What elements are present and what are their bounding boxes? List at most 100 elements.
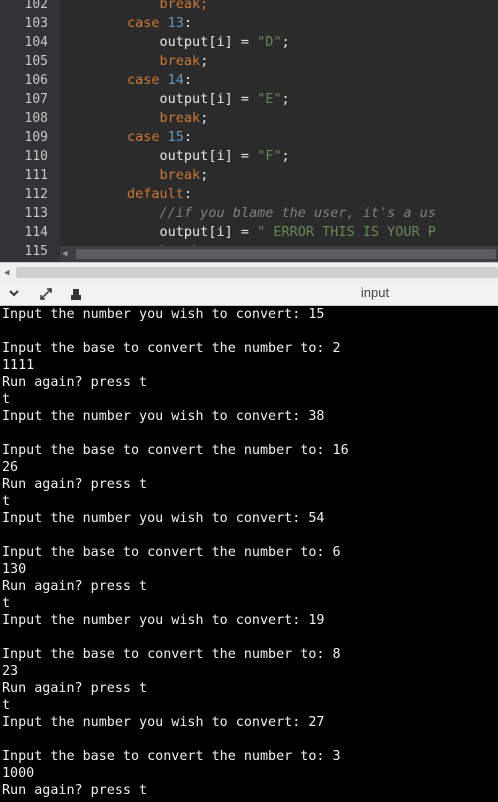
line-number: 103 [24,16,48,31]
line-number: 112 [24,187,48,202]
editor-scroll-thumb[interactable] [76,249,496,259]
console-line: Input the number you wish to convert: 54 [2,511,325,526]
console-line: 1111 [2,358,35,373]
code-text: case 15: [62,128,192,147]
console-panel-header: input [0,283,498,306]
console-line: Input the base to convert the number to:… [2,647,341,662]
code-line: 107 output[i] = "E"; [0,90,498,109]
code-token: 13 [167,15,184,31]
code-text: break; [62,0,209,14]
console-line: Input the base to convert the number to:… [2,749,341,764]
code-line: 109 case 15: [0,128,498,147]
window-scroll-thumb[interactable] [16,267,498,278]
line-number: 102 [24,0,48,12]
console-line: Run again? press t [2,579,148,594]
console-line: Run again? press t [2,375,148,390]
code-line: 112 default: [0,185,498,204]
code-line: 103 case 13: [0,14,498,33]
code-line: 108 break; [0,109,498,128]
console-line: Input the number you wish to convert: 27 [2,715,325,730]
code-token: case [127,15,168,31]
code-text: break; [62,166,209,185]
code-token: ; [200,53,209,69]
console-line: t [2,494,11,509]
console-output[interactable]: Input the number you wish to convert: 15… [0,306,498,802]
code-text: break; [62,109,209,128]
code-token: //if you blame the user, it's a us [159,205,436,221]
line-number: 115 [24,244,48,259]
code-line: 114 output[i] = " ERROR THIS IS YOUR P [0,223,498,242]
code-line: 106 case 14: [0,71,498,90]
code-text: //if you blame the user, it's a us [62,204,436,223]
console-line: Run again? press t [2,477,148,492]
kill-process-icon [71,289,81,300]
console-line: Run again? press t [2,681,148,696]
console-line: Input the base to convert the number to:… [2,443,349,458]
code-token: break [159,110,201,126]
window-horizontal-scrollbar[interactable]: ◀ [0,262,498,283]
code-token: ; [281,34,290,50]
console-line: 130 [2,562,27,577]
line-number: 108 [24,111,48,126]
code-token: output[i] = [159,34,258,50]
code-editor[interactable]: 102 break; 103 case 13: 104 output[i] = "D… [0,0,498,262]
code-token: ; [281,148,290,164]
console-line: Input the number you wish to convert: 15 [2,307,325,322]
code-token: case [127,129,168,145]
scroll-left-arrow-icon[interactable]: ◀ [62,248,72,260]
code-token: output[i] = [159,148,258,164]
code-token: 14 [167,72,184,88]
code-token: : [183,129,193,145]
code-text: break; [62,52,209,71]
console-line: t [2,392,11,407]
console-line: 26 [2,460,19,475]
code-text: output[i] = "E"; [62,90,290,109]
console-line: Input the base to convert the number to:… [2,545,341,560]
console-line: 23 [2,664,19,679]
line-number: 106 [24,73,48,88]
code-token: : [183,186,193,202]
console-line: t [2,698,11,713]
panel-title: input [360,285,390,300]
expand-arrows-icon [40,288,52,300]
code-token: "D" [257,34,282,50]
code-text: default: [62,185,192,204]
scroll-left-arrow-icon[interactable]: ◀ [4,267,9,279]
line-number: 104 [24,35,48,50]
console-line: Input the base to convert the number to:… [2,341,341,356]
code-token: default [127,186,184,202]
console-line: Input the number you wish to convert: 19 [2,613,325,628]
code-line: 110 output[i] = "F"; [0,147,498,166]
code-text: output[i] = " ERROR THIS IS YOUR P [62,223,436,242]
code-line: 105 break; [0,52,498,71]
line-number: 110 [24,149,48,164]
line-number: 109 [24,130,48,145]
line-number: 114 [24,225,48,240]
code-token: break [159,53,201,69]
stop-button[interactable] [68,287,84,303]
line-number: 105 [24,54,48,69]
collapse-button[interactable] [6,287,22,303]
code-token: : [183,72,193,88]
code-token: output[i] = [159,91,258,107]
code-token: break [159,167,201,183]
line-number: 107 [24,92,48,107]
editor-horizontal-scrollbar[interactable]: ◀ [60,246,498,262]
console-line: Input the number you wish to convert: 38 [2,409,325,424]
code-token: " ERROR THIS IS YOUR P [257,224,436,240]
line-number: 111 [24,168,48,183]
code-token: case [127,72,168,88]
code-area[interactable]: 102 break; 103 case 13: 104 output[i] = "D… [0,0,498,262]
code-token: 15 [167,129,184,145]
console-line: t [2,596,11,611]
code-text: output[i] = "F"; [62,147,290,166]
code-token: "E" [257,91,282,107]
code-text: case 13: [62,14,192,33]
maximize-button[interactable] [38,287,54,303]
code-token: output[i] = [159,224,258,240]
chevron-down-icon [9,290,19,297]
line-number: 113 [24,206,48,221]
code-line: 104 output[i] = "D"; [0,33,498,52]
code-token: ; [281,91,290,107]
code-token: : [183,15,193,31]
